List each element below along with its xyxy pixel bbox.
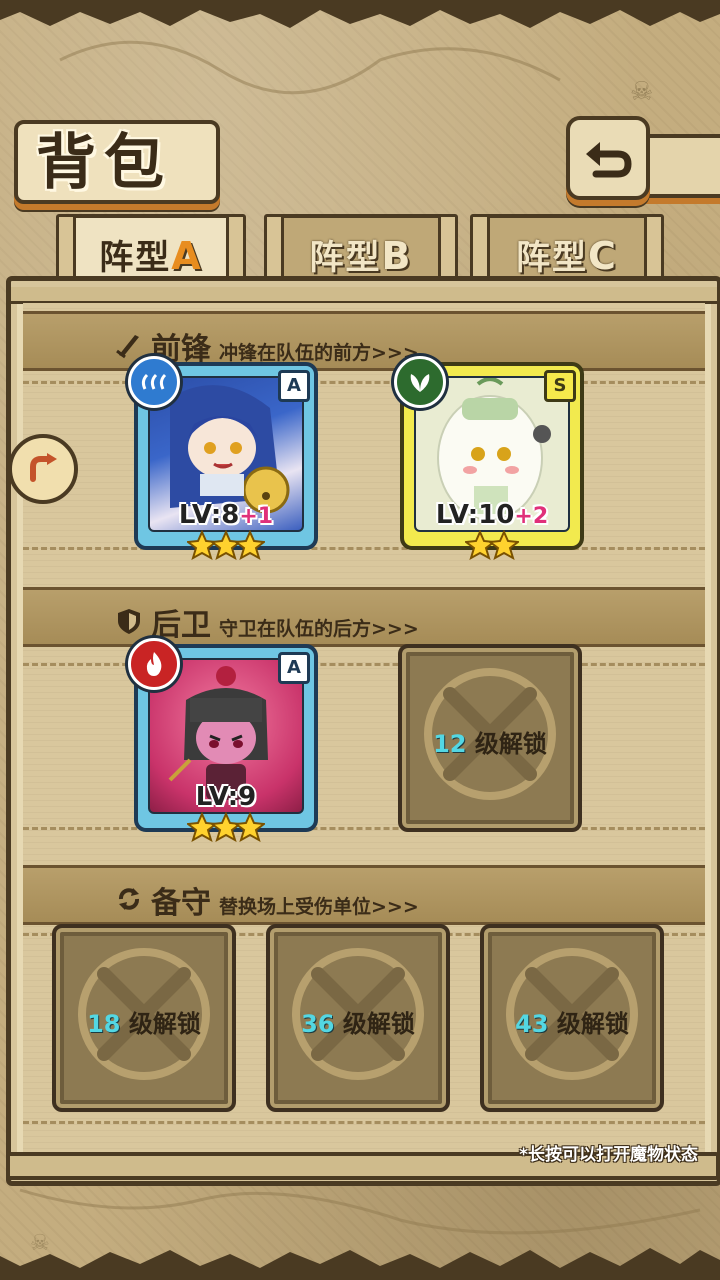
torn-top-edge bbox=[0, 0, 720, 28]
divider bbox=[23, 827, 705, 830]
locked-slot-reserve-3[interactable]: 43 级解锁 bbox=[480, 924, 664, 1112]
star-icon bbox=[235, 530, 265, 560]
unlock-label: 18 级解锁 bbox=[87, 1010, 201, 1038]
rank-badge: S bbox=[544, 370, 576, 402]
unlock-label: 36 级解锁 bbox=[301, 1010, 415, 1038]
sword-icon bbox=[116, 335, 139, 359]
divider bbox=[23, 1121, 705, 1124]
star-rating bbox=[404, 530, 580, 564]
long-press-hint: *长按可以打开魔物状态 bbox=[519, 1145, 698, 1165]
shield-icon bbox=[118, 609, 140, 634]
unlock-label: 43 级解锁 bbox=[515, 1010, 629, 1038]
page-title: 背包 bbox=[36, 128, 172, 198]
star-icon bbox=[489, 530, 519, 560]
front-section-header: 前锋 冲锋在队伍的前方>>> bbox=[23, 311, 705, 371]
svg-text:☠: ☠ bbox=[630, 77, 653, 107]
divider bbox=[23, 663, 705, 666]
unit-level: LV:9 bbox=[195, 782, 257, 812]
unit-card-rear-1[interactable]: A LV:9 bbox=[128, 638, 318, 842]
divider bbox=[23, 547, 705, 550]
divider bbox=[23, 381, 705, 384]
fire-element-icon bbox=[128, 638, 180, 690]
locked-slot-rear[interactable]: 12 级解锁 bbox=[398, 644, 582, 832]
nature-element-icon bbox=[394, 356, 446, 408]
rear-section-title: 后卫 守卫在队伍的后方>>> bbox=[115, 600, 419, 644]
reserve-section-header: 备守 替换场上受伤单位>>> bbox=[23, 865, 705, 925]
tab-label: 阵型C bbox=[516, 234, 618, 278]
tab-formation-b[interactable]: 阵型B bbox=[264, 214, 458, 280]
tab-label: 阵型B bbox=[309, 234, 413, 278]
tab-formation-c[interactable]: 阵型C bbox=[470, 214, 664, 280]
unlock-label: 12 级解锁 bbox=[433, 730, 547, 758]
rear-section-header: 后卫 守卫在队伍的后方>>> bbox=[23, 587, 705, 647]
unit-card-front-1[interactable]: A LV:8+1 bbox=[128, 356, 318, 560]
star-rating bbox=[138, 812, 314, 846]
torn-bottom-edge bbox=[0, 1248, 720, 1280]
rank-badge: A bbox=[278, 652, 310, 684]
star-rating bbox=[138, 530, 314, 564]
back-button-rail bbox=[640, 134, 720, 198]
back-arrow-icon bbox=[586, 142, 632, 178]
back-button[interactable] bbox=[566, 116, 650, 200]
tab-formation-a[interactable]: 阵型A bbox=[56, 214, 246, 280]
star-icon bbox=[235, 812, 265, 842]
reserve-section-title: 备守 替换场上受伤单位>>> bbox=[115, 878, 419, 922]
tab-label: 阵型A bbox=[99, 234, 203, 278]
unit-card-front-2[interactable]: S LV:10+2 bbox=[394, 356, 584, 560]
locked-slot-reserve-1[interactable]: 18 级解锁 bbox=[52, 924, 236, 1112]
unit-level: LV:8+1 bbox=[178, 500, 274, 530]
locked-slot-reserve-2[interactable]: 36 级解锁 bbox=[266, 924, 450, 1112]
side-toggle-button[interactable] bbox=[8, 434, 78, 504]
panel-rail bbox=[11, 287, 717, 304]
curved-arrow-icon bbox=[30, 453, 57, 482]
unit-level: LV:10+2 bbox=[435, 500, 549, 530]
rank-badge: A bbox=[278, 370, 310, 402]
water-element-icon bbox=[128, 356, 180, 408]
swap-icon bbox=[119, 888, 139, 910]
